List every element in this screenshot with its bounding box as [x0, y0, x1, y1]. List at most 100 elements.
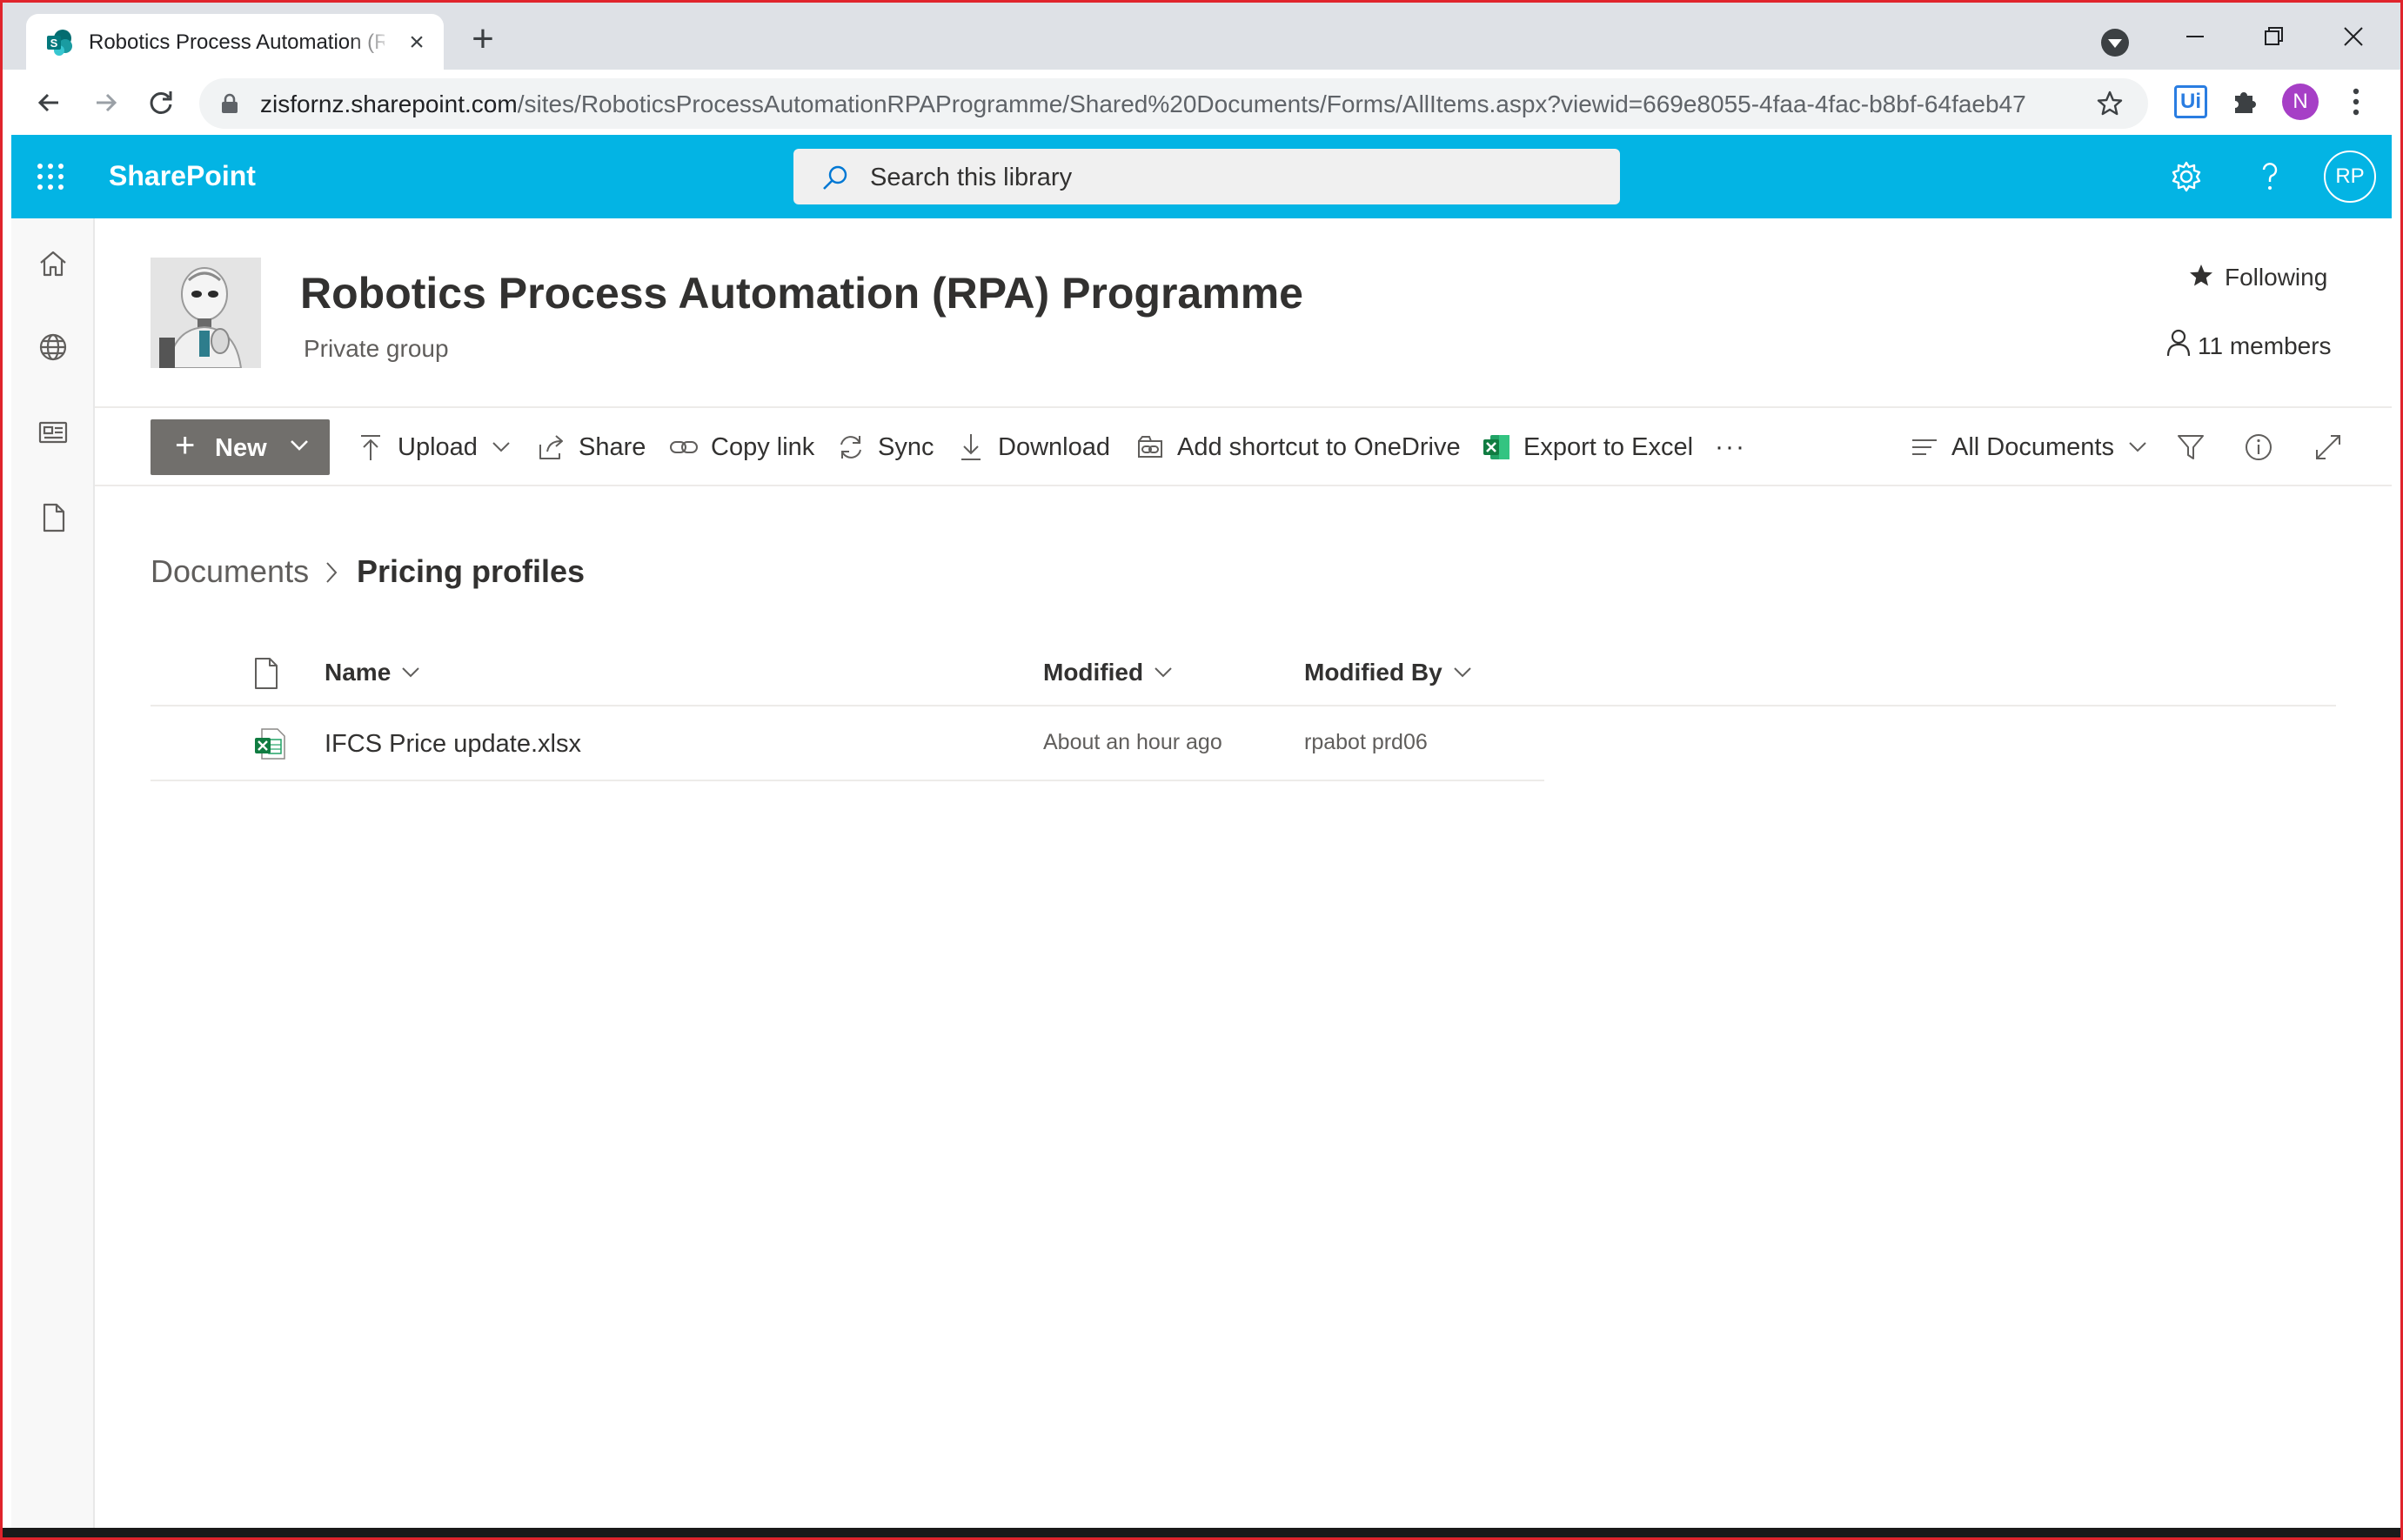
- new-label: New: [215, 434, 267, 462]
- column-header-name[interactable]: Name: [325, 659, 420, 686]
- reload-icon[interactable]: [142, 84, 180, 122]
- column-header-modified-by[interactable]: Modified By: [1304, 659, 1472, 686]
- info-pane-button[interactable]: [2244, 419, 2286, 475]
- user-avatar[interactable]: RP: [2324, 151, 2376, 203]
- settings-gear-icon[interactable]: [2167, 157, 2206, 196]
- share-icon: [539, 435, 563, 459]
- ellipsis-icon: ···: [1715, 432, 1746, 461]
- address-bar[interactable]: zisfornz.sharepoint.com/sites/RoboticsPr…: [199, 78, 2148, 129]
- command-bar-divider: [95, 485, 2392, 486]
- site-title[interactable]: Robotics Process Automation (RPA) Progra…: [300, 268, 1303, 318]
- tab-close-icon[interactable]: ×: [402, 28, 432, 57]
- person-icon: [2166, 329, 2191, 357]
- sync-label: Sync: [878, 432, 934, 461]
- header-divider: [95, 406, 2392, 408]
- upload-button[interactable]: Upload: [356, 419, 511, 475]
- site-logo-robot-image[interactable]: [151, 258, 261, 368]
- restore-button[interactable]: [2247, 15, 2299, 58]
- chevron-right-icon: [326, 562, 338, 583]
- view-label: All Documents: [1951, 432, 2114, 461]
- view-list-icon: [1912, 439, 1937, 455]
- lock-icon[interactable]: [220, 93, 239, 114]
- fullscreen-button[interactable]: [2313, 419, 2355, 475]
- url-host: zisfornz.sharepoint.com: [260, 90, 518, 117]
- breadcrumb-current-folder: Pricing profiles: [357, 553, 586, 589]
- back-arrow-icon[interactable]: [30, 84, 69, 122]
- sync-button[interactable]: Sync: [836, 419, 934, 475]
- new-button[interactable]: + New: [151, 419, 330, 475]
- minimize-icon: [2186, 36, 2204, 37]
- chevron-down-icon: [402, 667, 419, 678]
- browser-profile-avatar[interactable]: N: [2282, 84, 2319, 120]
- url-text: zisfornz.sharepoint.com/sites/RoboticsPr…: [260, 90, 2026, 118]
- globe-sites-icon[interactable]: [37, 331, 69, 363]
- minimize-button[interactable]: [2169, 15, 2221, 58]
- file-modified-by[interactable]: rpabot prd06: [1304, 730, 1428, 755]
- forward-arrow-icon[interactable]: [86, 84, 124, 122]
- file-type-column-icon[interactable]: [253, 657, 279, 690]
- following-button[interactable]: Following: [2188, 263, 2327, 298]
- tab-title: Robotics Process Automation (RPA) Progra…: [89, 30, 385, 54]
- search-placeholder: Search this library: [870, 164, 1073, 191]
- copy-link-button[interactable]: Copy link: [669, 419, 814, 475]
- column-modified-label: Modified: [1043, 659, 1144, 686]
- members-button[interactable]: 11 members: [2166, 329, 2332, 364]
- home-icon[interactable]: [37, 248, 69, 279]
- taskbar-edge: [0, 1528, 2403, 1540]
- excel-file-icon: [255, 728, 285, 760]
- chevron-down-icon: [1155, 667, 1172, 678]
- column-header-modified[interactable]: Modified: [1043, 659, 1173, 686]
- upload-arrow-icon: [361, 435, 380, 460]
- shortcut-link-icon: [1138, 436, 1162, 458]
- app-bar: [11, 218, 95, 1528]
- sharepoint-brand-link[interactable]: SharePoint: [109, 160, 256, 192]
- excel-icon: [1483, 435, 1509, 459]
- extensions-puzzle-icon[interactable]: [2228, 85, 2261, 118]
- file-modified: About an hour ago: [1043, 730, 1222, 754]
- browser-menu-icon[interactable]: [2343, 84, 2369, 120]
- download-arrow-icon: [961, 434, 981, 460]
- new-tab-button[interactable]: +: [464, 20, 502, 60]
- add-shortcut-onedrive-button[interactable]: Add shortcut to OneDrive: [1135, 419, 1461, 475]
- following-label: Following: [2225, 264, 2328, 291]
- browser-tab-strip: S Robotics Process Automation (RPA) Prog…: [3, 3, 2400, 70]
- sync-icon: [840, 436, 861, 459]
- svg-text:S: S: [50, 37, 58, 50]
- command-bar: + New Upload Share Copy link Sync Downlo…: [95, 409, 2392, 484]
- file-name-link[interactable]: IFCS Price update.xlsx: [325, 730, 581, 759]
- column-modified-by-label: Modified By: [1304, 659, 1442, 686]
- search-library-input[interactable]: Search this library: [793, 149, 1620, 204]
- download-button[interactable]: Download: [956, 419, 1110, 475]
- column-name-label: Name: [325, 659, 392, 686]
- filter-button[interactable]: [2176, 419, 2218, 475]
- files-document-icon[interactable]: [37, 502, 69, 533]
- copy-link-label: Copy link: [711, 432, 815, 461]
- expand-icon: [2316, 435, 2340, 459]
- news-icon[interactable]: [37, 417, 69, 448]
- browser-toolbar: zisfornz.sharepoint.com/sites/RoboticsPr…: [3, 70, 2400, 135]
- chevron-down-icon: [492, 442, 510, 452]
- list-row[interactable]: IFCS Price update.xlsx About an hour ago…: [151, 708, 1544, 781]
- view-switcher-button[interactable]: All Documents: [1910, 419, 2147, 475]
- site-privacy-label: Private group: [304, 335, 449, 362]
- share-label: Share: [579, 432, 646, 461]
- export-to-excel-button[interactable]: Export to Excel: [1482, 419, 1693, 475]
- app-launcher-waffle-icon[interactable]: [36, 162, 65, 191]
- more-commands-button[interactable]: ···: [1715, 419, 1746, 475]
- search-icon: [823, 165, 847, 190]
- chevron-down-icon: [2129, 442, 2146, 452]
- help-icon[interactable]: [2251, 157, 2289, 196]
- breadcrumb-documents[interactable]: Documents: [151, 553, 309, 590]
- browser-tab[interactable]: S Robotics Process Automation (RPA) Prog…: [26, 14, 444, 70]
- robot-icon: [151, 258, 261, 368]
- members-label: 11 members: [2198, 332, 2332, 359]
- bookmark-star-icon[interactable]: [2096, 90, 2124, 117]
- share-button[interactable]: Share: [537, 419, 646, 475]
- url-path: /sites/RoboticsProcessAutomationRPAProgr…: [517, 90, 2026, 117]
- list-header: Name Modified Modified By: [151, 644, 2336, 706]
- uipath-extension-icon[interactable]: Ui: [2174, 85, 2207, 118]
- tab-title-fade: [348, 24, 393, 59]
- tab-search-icon[interactable]: [2101, 29, 2129, 57]
- download-label: Download: [998, 432, 1110, 461]
- close-window-button[interactable]: [2327, 15, 2380, 58]
